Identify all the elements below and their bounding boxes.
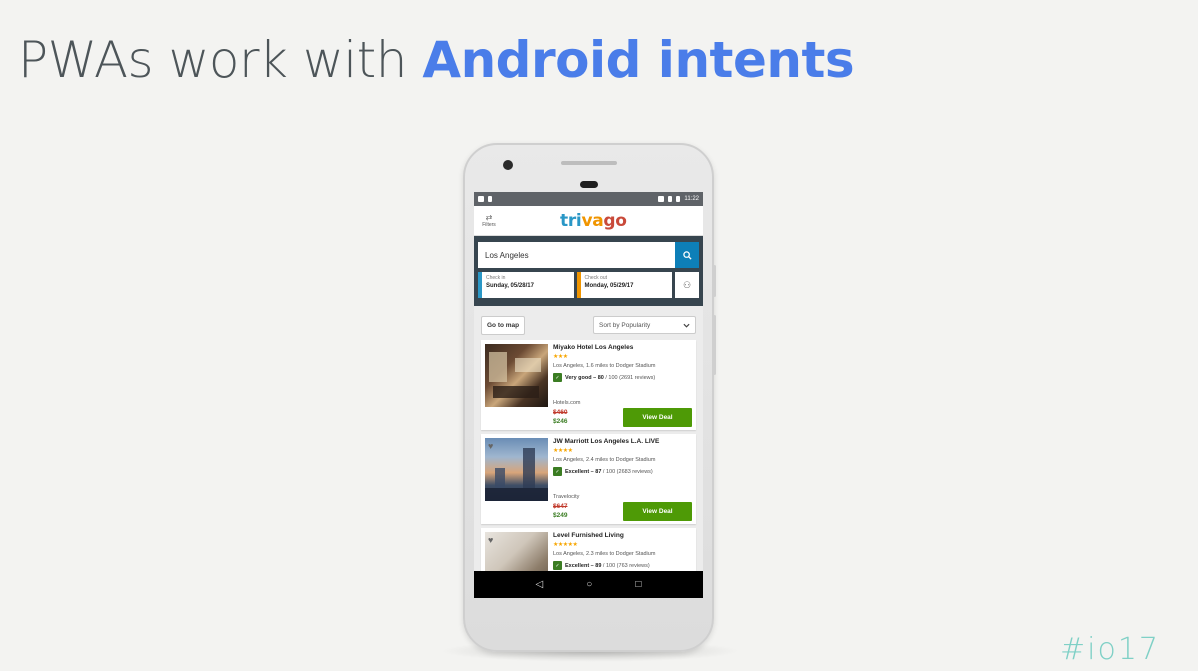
rating-badge-icon: ✓ bbox=[553, 373, 562, 382]
back-icon[interactable]: ◁ bbox=[536, 579, 544, 590]
google-io-logo: #io17 bbox=[1060, 632, 1160, 667]
go-to-map-button[interactable]: Go to map bbox=[481, 315, 526, 335]
notification-icon bbox=[478, 196, 484, 202]
hotel-location: Los Angeles, 2.3 miles to Dodger Stadium bbox=[553, 551, 656, 557]
deal-site: Travelocity bbox=[553, 494, 580, 500]
wifi-icon bbox=[658, 196, 665, 202]
hotel-stars: ★★★ bbox=[553, 354, 568, 360]
signal-icon bbox=[668, 196, 673, 202]
phone-screen: 11:22 ⇄ Filters trivago Check in Sunday,… bbox=[474, 192, 703, 598]
hotel-rating: ✓ Very good – 80 / 100 (2691 reviews) bbox=[553, 373, 692, 382]
heart-icon[interactable]: ♥ bbox=[488, 441, 493, 451]
sort-value: Sort by Popularity bbox=[599, 321, 651, 329]
deal-price: $246 bbox=[553, 418, 568, 425]
search-icon bbox=[682, 250, 692, 260]
hotel-location: Los Angeles, 1.6 miles to Dodger Stadium bbox=[553, 363, 656, 369]
hotel-name[interactable]: Miyako Hotel Los Angeles bbox=[553, 344, 692, 351]
power-button bbox=[713, 265, 716, 297]
hotel-stars: ★★★★ bbox=[553, 448, 573, 454]
search-panel: Check in Sunday, 05/28/17 Check out Mond… bbox=[474, 236, 703, 306]
hotel-stars: ★★★★★ bbox=[553, 542, 578, 548]
slide-title-accent: Android intents bbox=[422, 31, 855, 89]
slide-title-prefix: PWAs work with bbox=[18, 31, 423, 89]
check-in-field[interactable]: Check in Sunday, 05/28/17 bbox=[478, 272, 574, 298]
old-price: $460 bbox=[553, 409, 568, 416]
slide-title: PWAs work with Android intents bbox=[18, 30, 855, 90]
battery-icon bbox=[676, 196, 681, 202]
destination-search-input[interactable] bbox=[478, 242, 675, 268]
android-nav-bar: ◁ ○ □ bbox=[474, 571, 703, 598]
rating-badge-icon: ✓ bbox=[553, 561, 562, 570]
front-camera bbox=[503, 160, 513, 170]
sim-icon bbox=[488, 196, 492, 202]
hotel-list: Miyako Hotel Los Angeles ★★★ Los Angeles… bbox=[474, 340, 703, 598]
hotel-rating: ✓ Excellent – 87 / 100 (2683 reviews) bbox=[553, 467, 692, 476]
filters-button[interactable]: ⇄ Filters bbox=[474, 212, 500, 228]
filters-label: Filters bbox=[482, 221, 496, 228]
deal-site: Hotels.com bbox=[553, 400, 581, 406]
view-deal-button[interactable]: View Deal bbox=[623, 502, 692, 521]
heart-icon[interactable]: ♥ bbox=[488, 535, 493, 545]
guests-icon: ⚇ bbox=[682, 279, 692, 290]
hotel-rating: ✓ Excellent – 89 / 100 (763 reviews) bbox=[553, 561, 692, 570]
search-button[interactable] bbox=[675, 242, 699, 268]
recents-icon[interactable]: □ bbox=[635, 579, 641, 590]
status-time: 11:22 bbox=[684, 196, 699, 202]
check-out-label: Check out bbox=[584, 275, 608, 281]
hotel-photo[interactable] bbox=[485, 344, 548, 407]
check-out-value: Monday, 05/29/17 bbox=[584, 283, 634, 289]
sort-select[interactable]: Sort by Popularity bbox=[593, 316, 696, 334]
app-bar: ⇄ Filters trivago bbox=[474, 206, 703, 236]
hotel-photo[interactable]: ♥ bbox=[485, 438, 548, 501]
trivago-logo[interactable]: trivago bbox=[560, 211, 627, 231]
guests-button[interactable]: ⚇ bbox=[675, 272, 699, 298]
view-deal-button[interactable]: View Deal bbox=[623, 408, 692, 427]
volume-button bbox=[713, 315, 716, 375]
proximity-sensor bbox=[580, 181, 598, 188]
hotel-name[interactable]: JW Marriott Los Angeles L.A. LIVE bbox=[553, 438, 692, 445]
earpiece-speaker bbox=[561, 161, 617, 165]
check-in-value: Sunday, 05/28/17 bbox=[486, 283, 534, 289]
chevron-down-icon bbox=[683, 323, 690, 328]
old-price: $647 bbox=[553, 503, 568, 510]
hotel-card[interactable]: ♥ JW Marriott Los Angeles L.A. LIVE ★★★★… bbox=[481, 434, 696, 524]
hotel-name[interactable]: Level Furnished Living bbox=[553, 532, 692, 539]
deal-price: $249 bbox=[553, 512, 568, 519]
status-bar: 11:22 bbox=[474, 192, 703, 206]
check-out-field[interactable]: Check out Monday, 05/29/17 bbox=[576, 272, 672, 298]
home-icon[interactable]: ○ bbox=[586, 579, 592, 590]
rating-badge-icon: ✓ bbox=[553, 467, 562, 476]
results-toolbar: Go to map Sort by Popularity bbox=[474, 315, 703, 335]
hotel-location: Los Angeles, 2.4 miles to Dodger Stadium bbox=[553, 457, 656, 463]
check-in-label: Check in bbox=[486, 275, 506, 281]
hotel-card[interactable]: Miyako Hotel Los Angeles ★★★ Los Angeles… bbox=[481, 340, 696, 430]
filters-icon: ⇄ bbox=[485, 212, 493, 222]
